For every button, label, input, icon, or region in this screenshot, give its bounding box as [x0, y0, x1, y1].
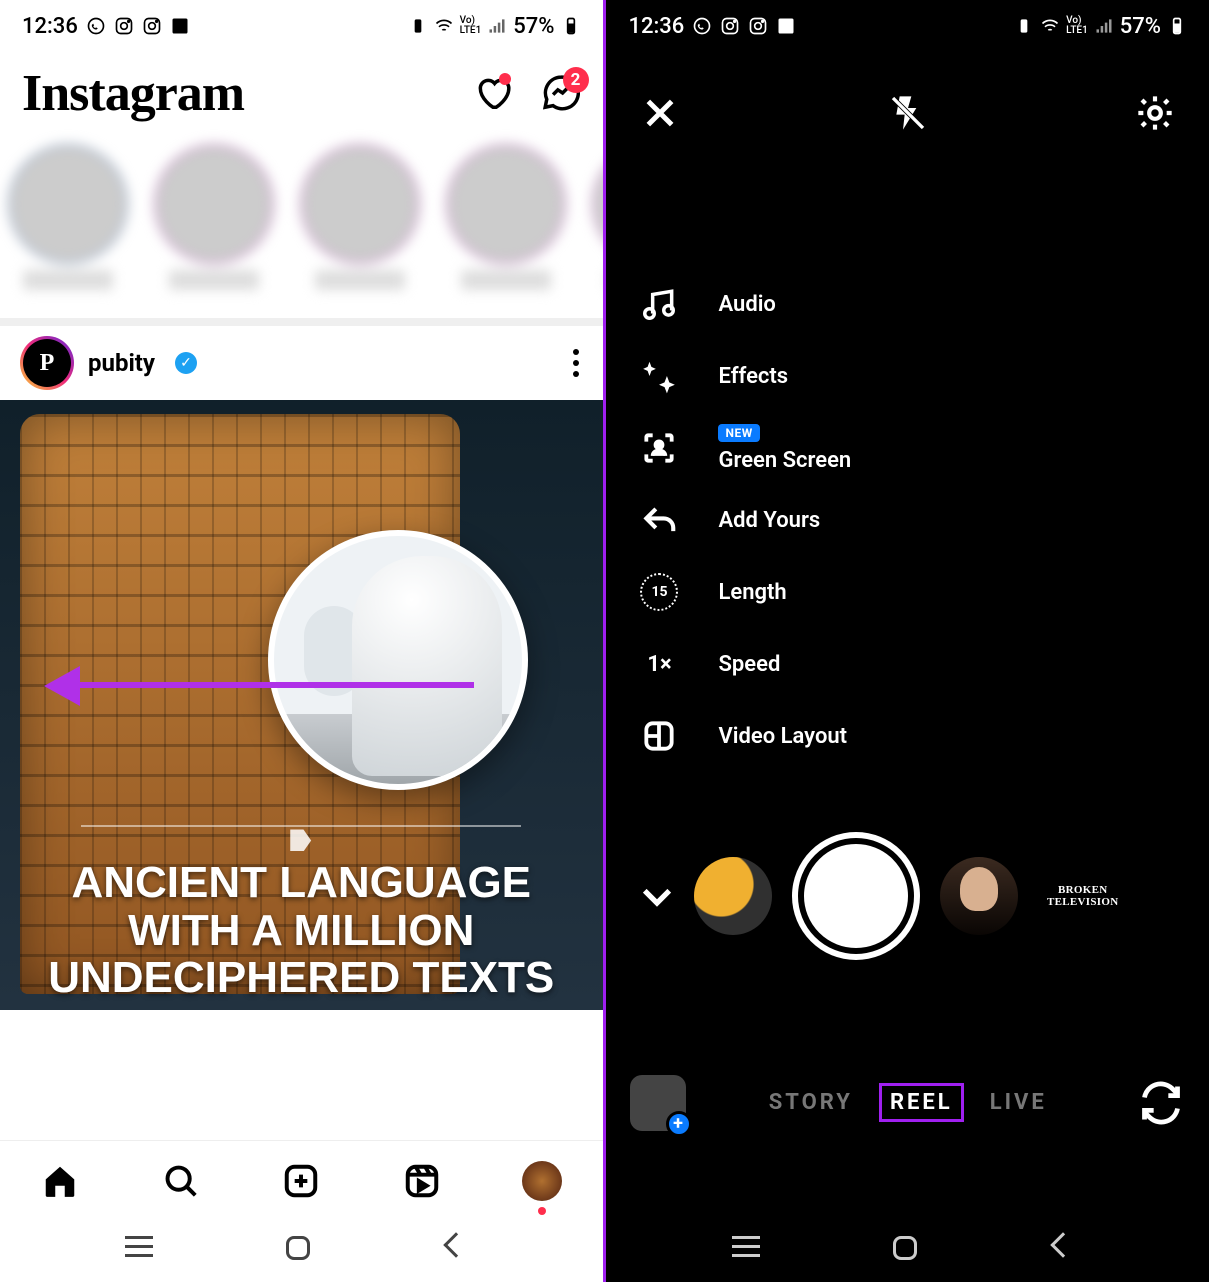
post-image[interactable]: ANCIENT LANGUAGE WITH A MILLION UNDECIPH… [0, 400, 603, 1010]
tool-length-label: Length [718, 580, 786, 605]
signal-icon [487, 16, 507, 36]
battery-icon [1167, 16, 1187, 36]
android-nav [0, 1220, 603, 1282]
status-time: 12:36 [628, 14, 684, 39]
whatsapp-icon [86, 16, 106, 36]
android-recents[interactable] [732, 1236, 762, 1266]
nav-profile-dot [538, 1207, 546, 1215]
new-badge: NEW [718, 424, 759, 442]
instagram-feed-screen: 12:36 Vo)LTE1 57% Instagram 2 [0, 0, 603, 1282]
stories-tray[interactable] [0, 138, 603, 318]
volte-icon: Vo)LTE1 [1066, 16, 1088, 36]
tool-effects[interactable]: Effects [606, 340, 1209, 412]
mode-live[interactable]: LIVE [990, 1090, 1047, 1115]
nav-reels[interactable] [402, 1161, 442, 1201]
plus-icon: + [666, 1111, 692, 1137]
inset-bubble [268, 530, 528, 790]
instagram-icon [720, 16, 740, 36]
messenger-button[interactable]: 2 [541, 73, 581, 113]
gallery-button[interactable]: + [630, 1075, 686, 1131]
battery-percent: 57% [513, 14, 554, 39]
camera-tools-list: Audio Effects NEW Green Screen Add Yours… [606, 268, 1209, 772]
battery-percent: 57% [1120, 14, 1161, 39]
android-nav [606, 1220, 1209, 1282]
tool-greenscreen[interactable]: NEW Green Screen [606, 412, 1209, 484]
image-icon [170, 16, 190, 36]
tool-addyours-label: Add Yours [718, 508, 820, 533]
instagram-icon [114, 16, 134, 36]
status-time: 12:36 [22, 14, 78, 39]
layout-icon [636, 717, 682, 755]
activity-button[interactable] [473, 73, 513, 113]
tool-addyours[interactable]: Add Yours [606, 484, 1209, 556]
filter-face[interactable] [940, 857, 1018, 935]
verified-icon: ✓ [175, 352, 197, 374]
reply-arrow-icon [636, 501, 682, 539]
filter-broken-tv[interactable]: BROKEN TELEVISION [1044, 857, 1122, 935]
close-button[interactable] [640, 93, 680, 137]
whatsapp-icon [692, 16, 712, 36]
battery-icon [561, 16, 581, 36]
instagram-logo[interactable]: Instagram [22, 64, 244, 123]
signal-icon [1094, 16, 1114, 36]
android-home[interactable] [893, 1236, 923, 1266]
speed-icon: 1× [636, 652, 682, 677]
person-frame-icon [636, 429, 682, 467]
divider [0, 318, 603, 326]
android-home[interactable] [286, 1236, 316, 1266]
post-username[interactable]: pubity [88, 349, 155, 377]
instagram-header: Instagram 2 [0, 52, 603, 138]
status-bar: 12:36 Vo)LTE1 57% [0, 0, 603, 52]
post-avatar[interactable]: P [20, 336, 74, 390]
android-back[interactable] [447, 1236, 477, 1266]
activity-dot-icon [499, 73, 511, 85]
mode-reel[interactable]: REEL [879, 1083, 964, 1122]
settings-button[interactable] [1135, 93, 1175, 137]
tool-speed[interactable]: 1× Speed [606, 628, 1209, 700]
instagram-icon [142, 16, 162, 36]
battery-saver-icon [1014, 16, 1034, 36]
music-icon [636, 285, 682, 323]
post-more-button[interactable] [573, 349, 583, 377]
instagram-icon [748, 16, 768, 36]
volte-icon: Vo)LTE1 [460, 16, 482, 36]
tool-videolayout-label: Video Layout [718, 724, 847, 749]
flash-off-button[interactable] [888, 93, 928, 137]
reel-camera-screen: 12:36 Vo)LTE1 57% Audio Effects [606, 0, 1209, 1282]
post-overlay-text: ANCIENT LANGUAGE WITH A MILLION UNDECIPH… [0, 805, 603, 1010]
bottom-nav [0, 1140, 603, 1220]
nav-create[interactable] [281, 1161, 321, 1201]
sparkles-icon [636, 357, 682, 395]
tool-speed-label: Speed [718, 652, 780, 677]
tool-greenscreen-label: Green Screen [718, 448, 851, 473]
tool-audio[interactable]: Audio [606, 268, 1209, 340]
post-caption-overlay: ANCIENT LANGUAGE WITH A MILLION UNDECIPH… [24, 859, 579, 1002]
length-icon: 15 [636, 573, 682, 611]
android-back[interactable] [1054, 1236, 1084, 1266]
battery-saver-icon [408, 16, 428, 36]
wifi-icon [1040, 16, 1060, 36]
shutter-button[interactable] [798, 838, 914, 954]
image-icon [776, 16, 796, 36]
tool-effects-label: Effects [718, 364, 788, 389]
wifi-icon [434, 16, 454, 36]
messenger-badge: 2 [563, 67, 589, 93]
tool-videolayout[interactable]: Video Layout [606, 700, 1209, 772]
tool-expand-button[interactable] [636, 875, 678, 917]
nav-profile[interactable] [522, 1161, 562, 1201]
tool-audio-label: Audio [718, 292, 775, 317]
post-header: P pubity ✓ [0, 326, 603, 400]
nav-home[interactable] [40, 1161, 80, 1201]
status-bar: 12:36 Vo)LTE1 57% [606, 0, 1209, 52]
switch-camera-button[interactable] [1139, 1081, 1183, 1125]
android-recents[interactable] [125, 1236, 155, 1266]
tool-length[interactable]: 15 Length [606, 556, 1209, 628]
mode-story[interactable]: STORY [769, 1090, 853, 1115]
capture-row: BROKEN TELEVISION [606, 838, 1209, 954]
camera-mode-strip: + STORY REEL LIVE [606, 1083, 1209, 1122]
nav-search[interactable] [161, 1161, 201, 1201]
camera-top-controls [606, 52, 1209, 152]
filter-globe[interactable] [694, 857, 772, 935]
